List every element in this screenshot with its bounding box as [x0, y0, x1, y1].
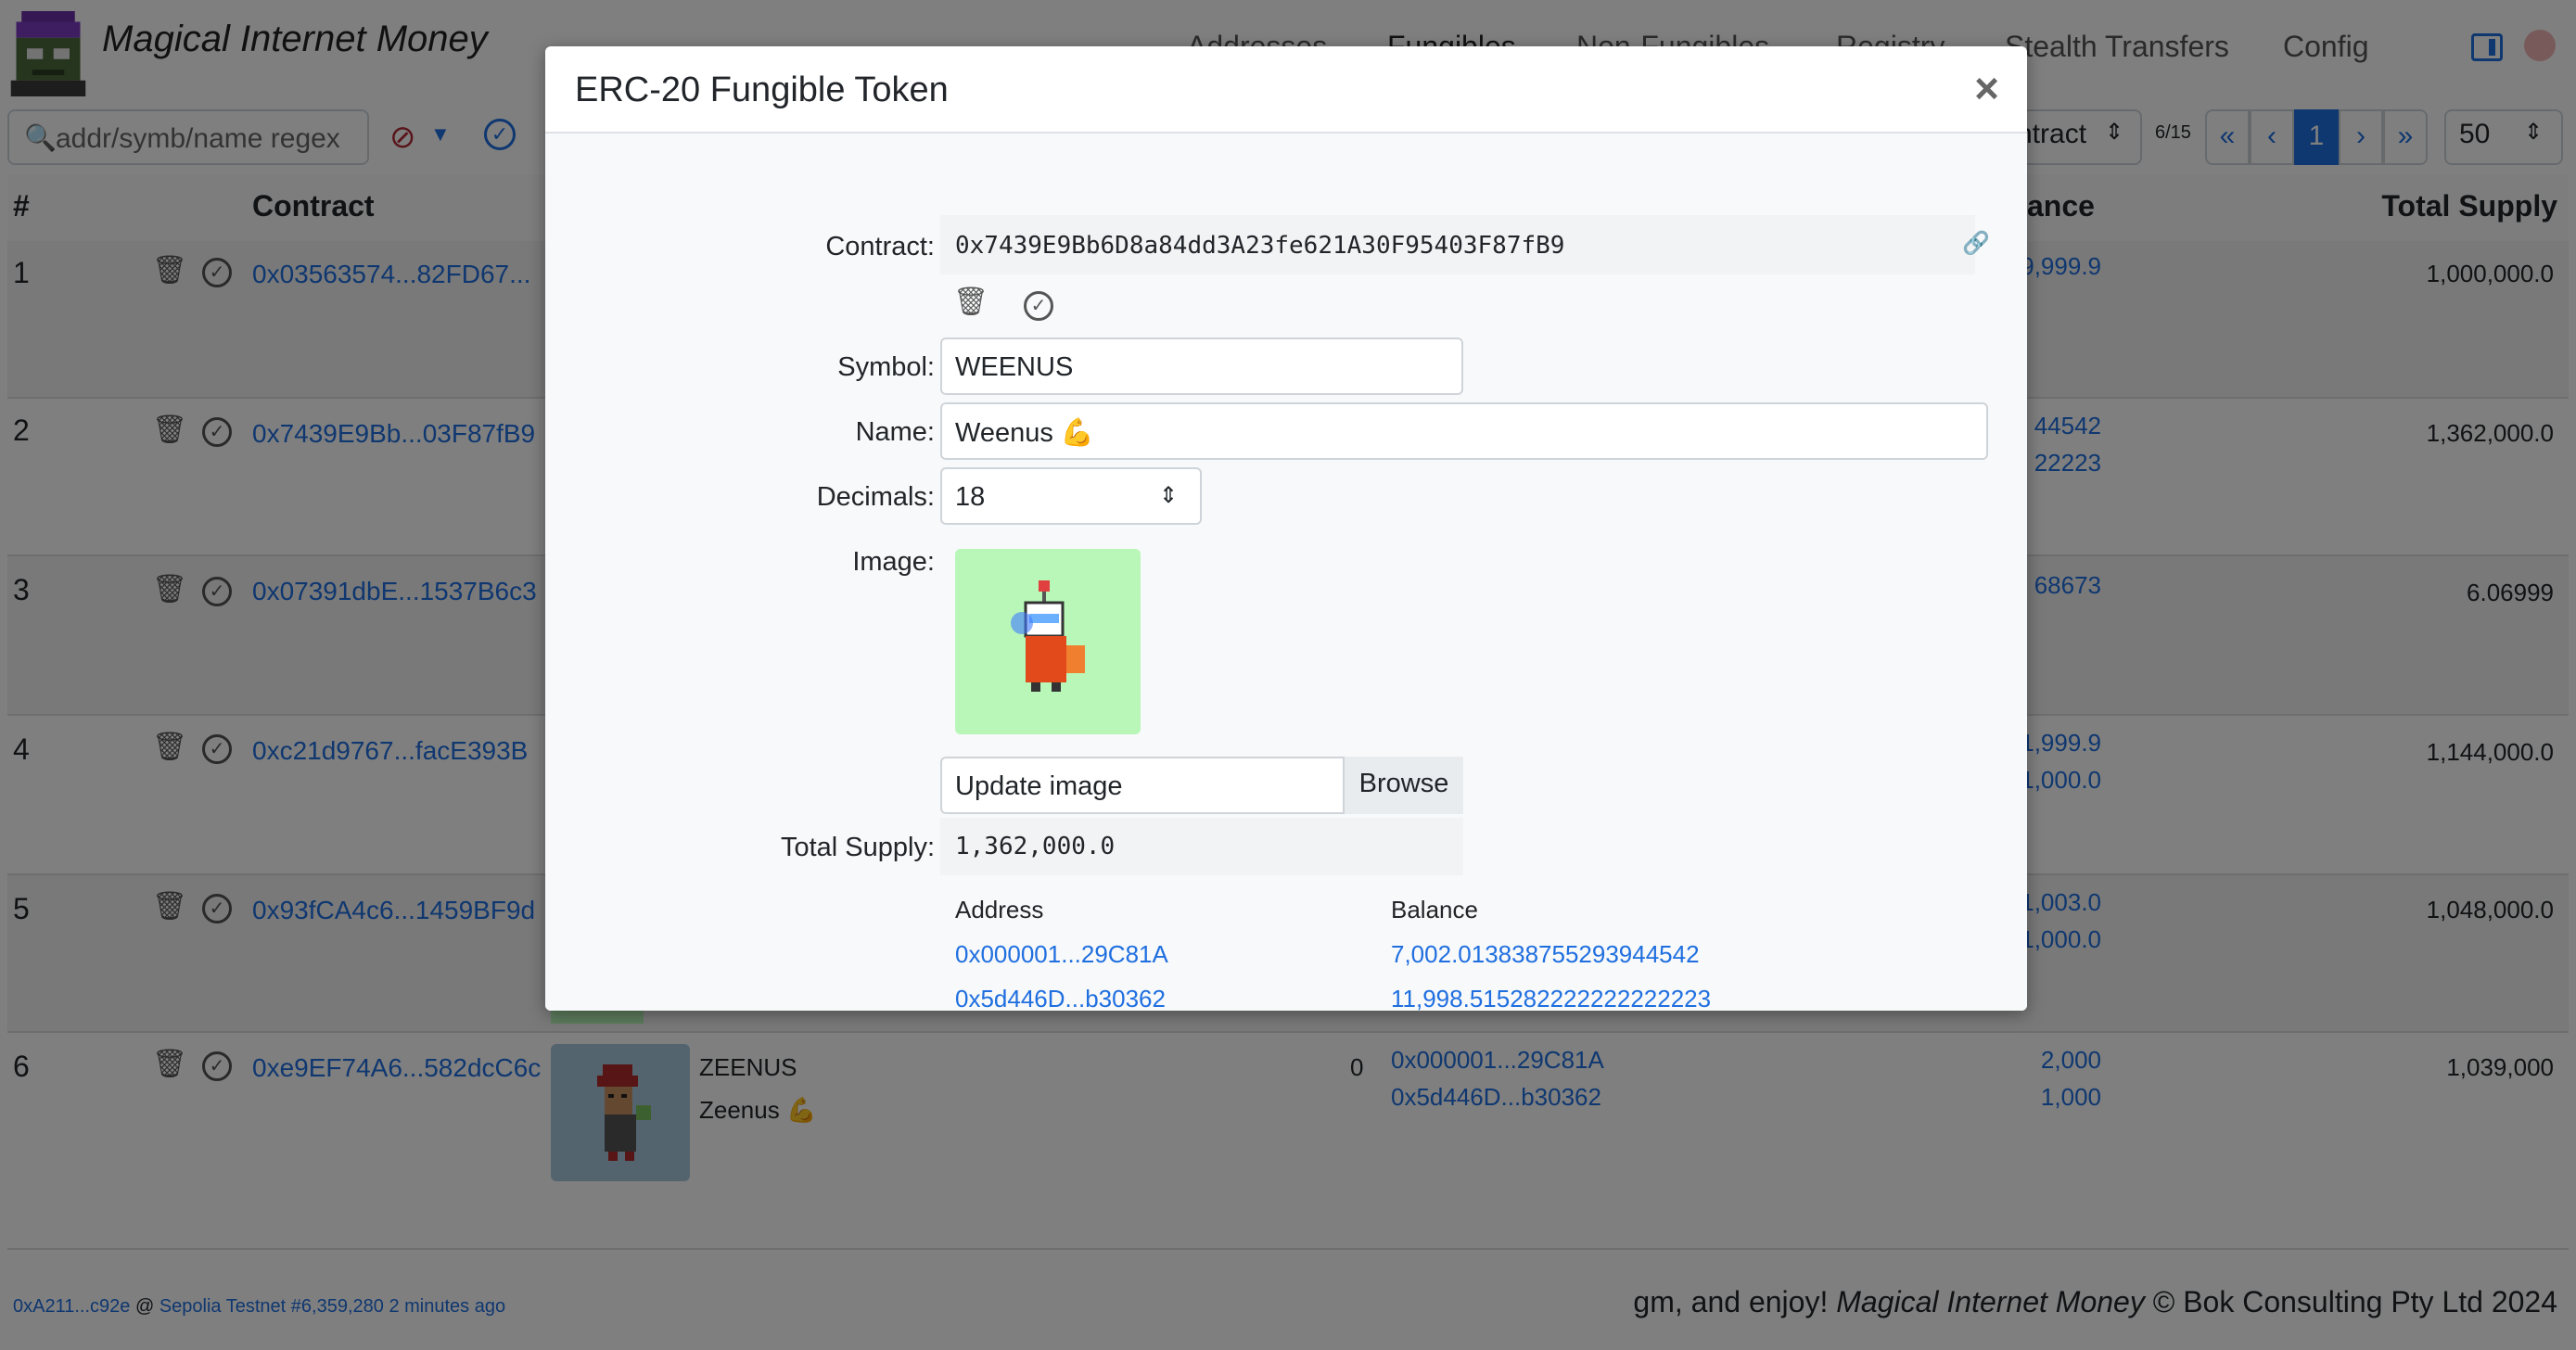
holder-address-link[interactable]: 0x5d446D...b30362	[955, 985, 1166, 1013]
external-link-icon[interactable]: 🔗	[1962, 230, 1990, 257]
holder-address-link[interactable]: 0x000001...29C81A	[955, 940, 1168, 969]
update-image-placeholder: Update image	[955, 771, 1123, 801]
modal-body: Contract: 0x7439E9Bb6D8a84dd3A23fe621A30…	[545, 134, 2027, 1013]
holder-balance-link[interactable]: 11,998.515282222222222223	[1391, 985, 1711, 1013]
holders-balance-header: Balance	[1391, 896, 1478, 923]
check-icon[interactable]: ✓	[1024, 291, 1053, 321]
total-supply-value: 1,362,000.0	[955, 833, 1116, 860]
name-label: Name:	[855, 417, 935, 447]
token-image[interactable]	[955, 549, 1141, 734]
token-modal: ERC-20 Fungible Token × Contract: 0x7439…	[545, 46, 2027, 1013]
select-arrows-icon: ⇕	[1159, 483, 1179, 508]
holders-address-header: Address	[955, 896, 1044, 923]
trash-icon[interactable]: 🗑	[953, 286, 988, 318]
image-label: Image:	[852, 547, 935, 577]
decimals-value: 18	[955, 482, 986, 512]
browse-button[interactable]: Browse	[1343, 757, 1463, 814]
holder-balance-link[interactable]: 7,002.013838755293944542	[1391, 940, 1700, 969]
name-input[interactable]	[940, 402, 1988, 460]
app-page: Magical Internet Money Addresses Fungibl…	[0, 0, 2576, 1350]
symbol-label: Symbol:	[837, 352, 935, 382]
modal-title: ERC-20 Fungible Token	[575, 70, 949, 109]
contract-label: Contract:	[825, 232, 935, 261]
symbol-value: WEENUS	[955, 352, 1074, 382]
close-icon[interactable]: ×	[1974, 63, 1999, 113]
decimals-label: Decimals:	[816, 482, 935, 512]
total-supply-label: Total Supply:	[780, 833, 935, 862]
modal-header: ERC-20 Fungible Token ×	[545, 46, 2027, 134]
contract-address[interactable]: 0x7439E9Bb6D8a84dd3A23fe621A30F95403F87f…	[955, 232, 1564, 260]
name-value: Weenus 💪	[955, 418, 1095, 448]
